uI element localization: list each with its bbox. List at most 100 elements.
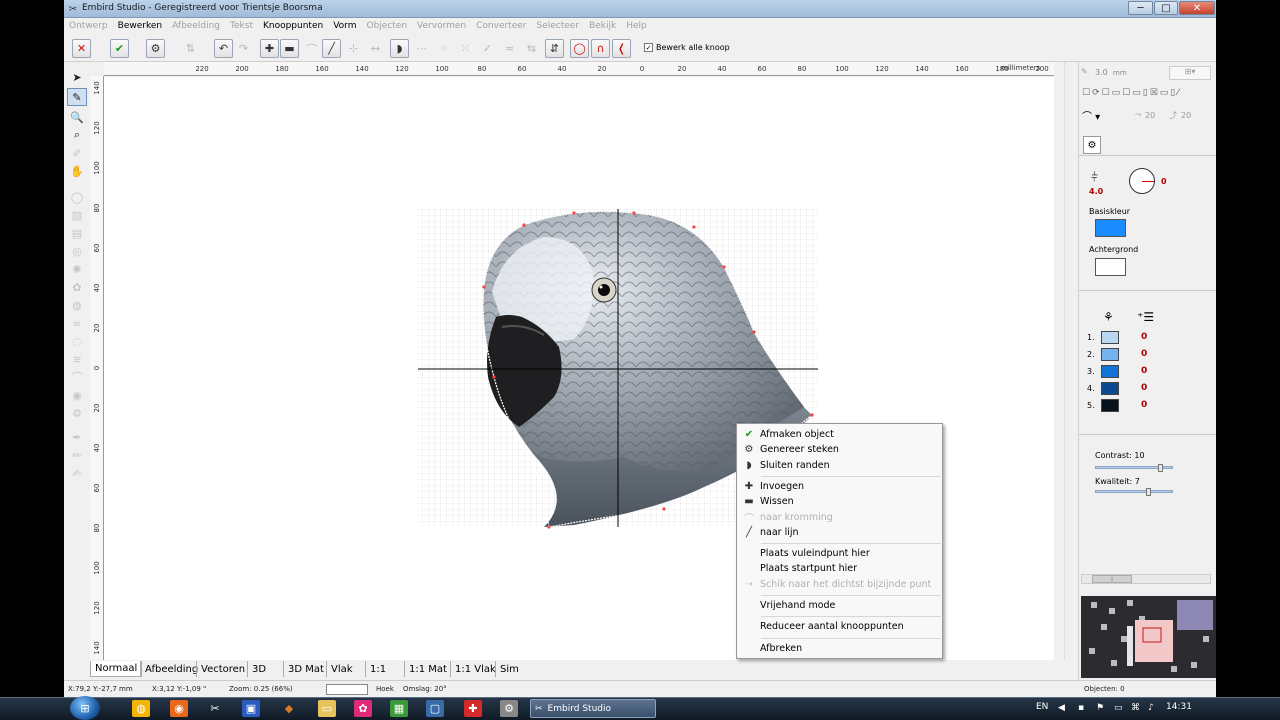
delete-node-icon[interactable]: ▬ — [280, 39, 299, 58]
basiskleur-swatch[interactable] — [1095, 219, 1126, 237]
arc-icon[interactable]: ∩ — [591, 39, 610, 58]
stitch-type-icons[interactable]: ☐⟳☐▭☐▭▯☒▭▯⁄ — [1082, 88, 1181, 98]
network-icon[interactable]: ⌘ — [1131, 703, 1140, 713]
insert-node-icon[interactable]: ✚ — [260, 39, 279, 58]
cancel-icon[interactable]: ✕ — [72, 39, 91, 58]
tray-app-icon[interactable]: ▪ — [1078, 703, 1084, 713]
align-horizontal-icon[interactable]: ⊹ — [344, 39, 363, 58]
thread-row[interactable]: 2. 0 — [1087, 347, 1187, 362]
menu-bewerken[interactable]: Bewerken — [118, 21, 162, 31]
tab-1-1-mat[interactable]: 1:1 Mat — [404, 661, 451, 677]
clock[interactable]: 14:31 — [1166, 702, 1192, 712]
shape-tool-icon[interactable]: ◯ — [67, 188, 87, 206]
scissors-app-icon[interactable]: ✂ — [206, 700, 224, 717]
thread-color-swatch[interactable] — [1101, 382, 1119, 395]
thread-color-swatch[interactable] — [1101, 331, 1119, 344]
thread-palette-icon[interactable]: ⚘ — [1103, 310, 1114, 324]
hand-tool-icon[interactable]: ✋ — [67, 162, 87, 180]
scatter2-icon[interactable]: ⁙ — [456, 39, 475, 58]
fill-tool-icon[interactable]: ▧ — [67, 206, 87, 224]
tab-afbeelding[interactable]: Afbeelding — [140, 661, 202, 677]
kwaliteit-slider[interactable] — [1095, 488, 1173, 496]
tab-vlak[interactable]: Vlak — [326, 661, 357, 677]
taskbar-embird-task[interactable]: ✂ Embird Studio — [530, 699, 656, 718]
thread-color-swatch[interactable] — [1101, 348, 1119, 361]
to-curve-icon[interactable]: ⌒ — [302, 39, 321, 58]
flag-icon[interactable]: ⚑ — [1096, 703, 1104, 713]
add-thread-icon[interactable]: ⁺☰ — [1137, 310, 1154, 324]
context-item-reduceer-aantal-knooppunten[interactable]: Reduceer aantal knooppunten — [738, 619, 941, 634]
angle-value[interactable]: 0 — [1161, 177, 1167, 186]
display-icon[interactable]: ▭ — [1114, 703, 1123, 713]
contrast-slider[interactable] — [1095, 464, 1173, 472]
context-item-wissen[interactable]: ▬ Wissen — [738, 494, 941, 509]
flip-icon[interactable]: ⇵ — [545, 39, 564, 58]
density-value[interactable]: 4.0 — [1089, 187, 1103, 196]
photo-app-icon[interactable]: ▦ — [390, 700, 408, 717]
gimp-icon[interactable]: ◆ — [280, 700, 298, 717]
thread-color-swatch[interactable] — [1101, 365, 1119, 378]
brush-tool-icon[interactable]: ✍ — [67, 464, 87, 482]
angle-icon[interactable]: ❬ — [612, 39, 631, 58]
close-shape-icon[interactable]: ◗ — [390, 39, 409, 58]
maximize-button[interactable]: □ — [1154, 1, 1178, 15]
fill-tab-icon[interactable]: ⚙ — [1083, 136, 1101, 154]
monitor-app-icon[interactable]: ▢ — [426, 700, 444, 717]
context-item-vrijehand-mode[interactable]: Vrijehand mode — [738, 598, 941, 613]
draw-tool-icon[interactable]: ✐ — [67, 144, 87, 162]
close-button[interactable]: ✕ — [1179, 1, 1215, 15]
gear-tool-icon[interactable]: ⚙ — [67, 404, 87, 422]
menu-converteer[interactable]: Converteer — [476, 21, 526, 31]
generate-stitches-icon[interactable]: ⚙ — [146, 39, 165, 58]
context-item-naar-lijn[interactable]: ╱ naar lijn — [738, 525, 941, 540]
thread-row[interactable]: 3. 0 — [1087, 364, 1187, 379]
outline-tool-icon[interactable]: ◌ — [67, 332, 87, 350]
checkbox-box[interactable]: ✓ — [644, 43, 653, 52]
context-item-genereer-steken[interactable]: ⚙ Genereer steken — [738, 442, 941, 457]
settings-app-icon[interactable]: ⚙ — [500, 700, 518, 717]
thread-row[interactable]: 5. 0 — [1087, 398, 1187, 413]
scatter-icon[interactable]: ⁘ — [434, 39, 453, 58]
curve-tool-icon[interactable]: ⌒ — [67, 368, 87, 386]
volume-icon[interactable]: ♪ — [1148, 703, 1154, 713]
thread-row[interactable]: 4. 0 — [1087, 381, 1187, 396]
pattern-dropdown[interactable]: ⊞▾ — [1169, 66, 1211, 80]
office-app-icon[interactable]: ✚ — [464, 700, 482, 717]
node-edit-tool-icon[interactable]: ✎ — [67, 88, 87, 106]
context-item-sluiten-randen[interactable]: ◗ Sluiten randen — [738, 458, 941, 473]
thread-color-swatch[interactable] — [1101, 399, 1119, 412]
curve-dropdown-icon[interactable]: ⌒ ▾ — [1082, 108, 1100, 123]
save-app-icon[interactable]: ▣ — [242, 700, 260, 717]
tab-1-1-vlak[interactable]: 1:1 Vlak — [450, 661, 500, 677]
start-button[interactable]: ⊞ — [70, 696, 100, 720]
menu-afbeelding[interactable]: Afbeelding — [172, 21, 220, 31]
tab-3d-mat[interactable]: 3D Mat — [283, 661, 328, 677]
tab-3d[interactable]: 3D — [247, 661, 270, 677]
vertical-scrollbar[interactable] — [1064, 62, 1078, 660]
radial-tool-icon[interactable]: ✺ — [67, 260, 87, 278]
folder-icon[interactable]: ▭ — [318, 700, 336, 717]
menu-vervormen[interactable]: Vervormen — [417, 21, 466, 31]
align-vertical-icon[interactable]: ↔ — [366, 39, 385, 58]
run-tool-icon[interactable]: ∞ — [67, 314, 87, 332]
undo-icon[interactable]: ↶ — [214, 39, 233, 58]
context-item-plaats-vuleindpunt-hier[interactable]: Plaats vuleindpunt hier — [738, 546, 941, 561]
context-item-invoegen[interactable]: ✚ Invoegen — [738, 479, 941, 494]
zoom-tool-icon[interactable]: 🔍 — [67, 108, 87, 126]
slider-thumb[interactable] — [1158, 464, 1163, 472]
column-tool-icon[interactable]: ◍ — [67, 296, 87, 314]
tab-normaal[interactable]: Normaal — [90, 661, 143, 677]
wave-tool-icon[interactable]: ≋ — [67, 350, 87, 368]
achtergrond-swatch[interactable] — [1095, 258, 1126, 276]
satin-tool-icon[interactable]: ◎ — [67, 242, 87, 260]
minimize-button[interactable]: ─ — [1128, 1, 1153, 15]
mirror-icon[interactable]: ⇆ — [522, 39, 541, 58]
angle1-value[interactable]: 20 — [1145, 111, 1155, 120]
context-item-afmaken-object[interactable]: ✔ Afmaken object — [738, 427, 941, 442]
outline-icon[interactable]: ◯ — [570, 39, 589, 58]
confirm-icon[interactable]: ✔ — [110, 39, 129, 58]
scrollbar-thumb[interactable]: ⦙ — [1092, 575, 1132, 583]
angle-dial[interactable] — [1129, 168, 1155, 194]
context-item-plaats-startpunt-hier[interactable]: Plaats startpunt hier — [738, 561, 941, 576]
check-icon[interactable]: ✓ — [478, 39, 497, 58]
